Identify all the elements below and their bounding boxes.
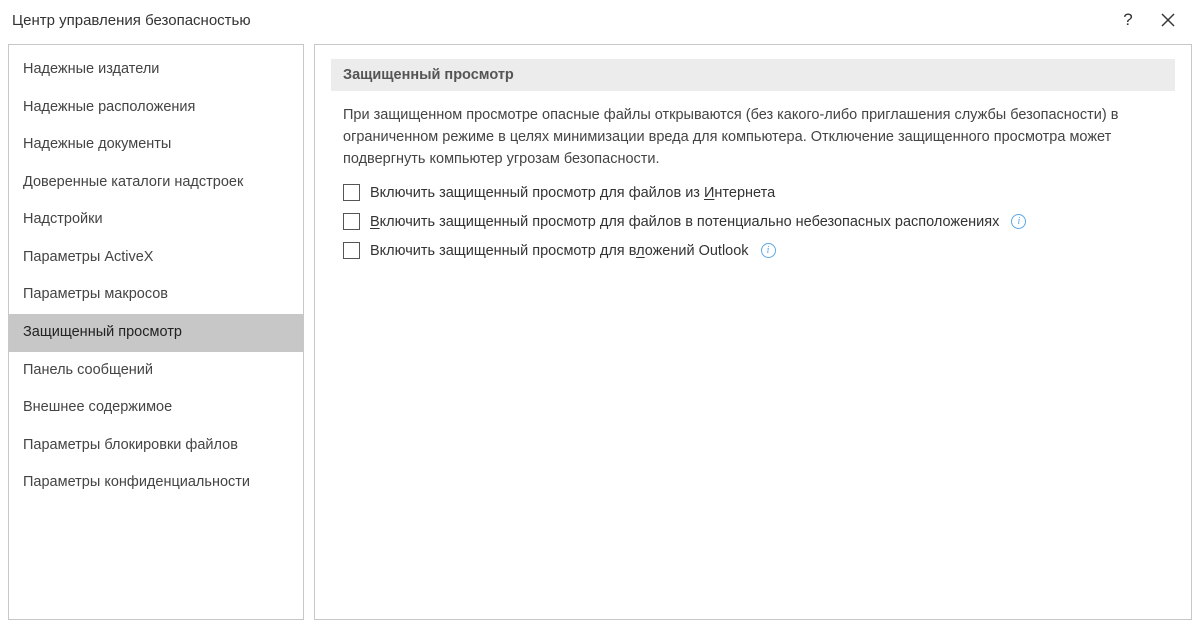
checkbox[interactable]: [343, 213, 360, 230]
dialog-window: Центр управления безопасностью ? Надежны…: [0, 0, 1200, 628]
sidebar-item-privacy[interactable]: Параметры конфиденциальности: [9, 464, 303, 502]
titlebar: Центр управления безопасностью ?: [0, 0, 1200, 40]
content-pane: Защищенный просмотр При защищенном просм…: [314, 44, 1192, 620]
sidebar-item-message-bar[interactable]: Панель сообщений: [9, 352, 303, 390]
sidebar-item-macros[interactable]: Параметры макросов: [9, 276, 303, 314]
help-button[interactable]: ?: [1108, 0, 1148, 40]
sidebar-item-trusted-documents[interactable]: Надежные документы: [9, 126, 303, 164]
option-outlook-attachments[interactable]: Включить защищенный просмотр для вложени…: [343, 242, 1163, 259]
sidebar-item-trusted-publishers[interactable]: Надежные издатели: [9, 51, 303, 89]
checkbox[interactable]: [343, 184, 360, 201]
sidebar: Надежные издатели Надежные расположения …: [8, 44, 304, 620]
option-label: Включить защищенный просмотр для файлов …: [370, 214, 999, 230]
section-header: Защищенный просмотр: [331, 59, 1175, 91]
sidebar-item-trusted-locations[interactable]: Надежные расположения: [9, 89, 303, 127]
close-icon: [1161, 13, 1175, 27]
close-button[interactable]: [1148, 0, 1188, 40]
option-internet-files[interactable]: Включить защищенный просмотр для файлов …: [343, 184, 1163, 201]
sidebar-item-protected-view[interactable]: Защищенный просмотр: [9, 314, 303, 352]
window-title: Центр управления безопасностью: [12, 12, 251, 29]
checkbox[interactable]: [343, 242, 360, 259]
option-label: Включить защищенный просмотр для файлов …: [370, 185, 775, 201]
sidebar-item-activex[interactable]: Параметры ActiveX: [9, 239, 303, 277]
option-label: Включить защищенный просмотр для вложени…: [370, 243, 749, 259]
info-icon[interactable]: i: [761, 243, 776, 258]
options-group: Включить защищенный просмотр для файлов …: [331, 184, 1175, 259]
sidebar-item-addin-catalogs[interactable]: Доверенные каталоги надстроек: [9, 164, 303, 202]
option-unsafe-locations[interactable]: Включить защищенный просмотр для файлов …: [343, 213, 1163, 230]
section-description: При защищенном просмотре опасные файлы о…: [331, 105, 1175, 170]
sidebar-item-addins[interactable]: Надстройки: [9, 201, 303, 239]
dialog-body: Надежные издатели Надежные расположения …: [0, 40, 1200, 628]
sidebar-item-external-content[interactable]: Внешнее содержимое: [9, 389, 303, 427]
info-icon[interactable]: i: [1011, 214, 1026, 229]
sidebar-item-file-block[interactable]: Параметры блокировки файлов: [9, 427, 303, 465]
